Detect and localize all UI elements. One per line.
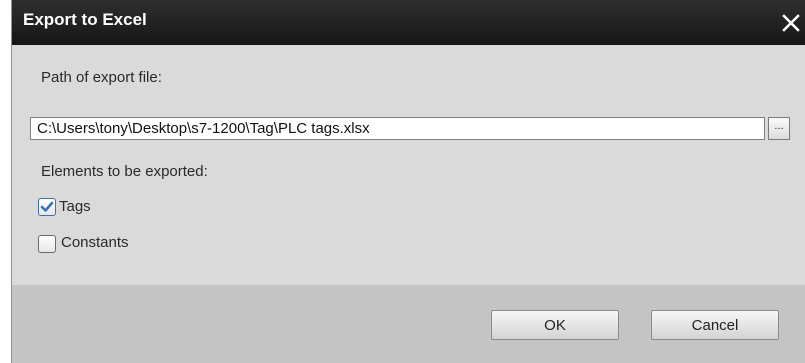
browse-button[interactable]: ... [768, 117, 790, 140]
export-path-field[interactable]: C:\Users\tony\Desktop\s7-1200\Tag\PLC ta… [30, 117, 765, 140]
path-label: Path of export file: [41, 69, 162, 86]
checkmark-icon [40, 201, 54, 212]
dialog-footer: OK Cancel [12, 285, 805, 363]
close-button[interactable] [776, 0, 805, 45]
close-icon [782, 13, 800, 32]
constants-label: Constants [61, 234, 129, 251]
tags-label: Tags [59, 198, 91, 215]
elements-label: Elements to be exported: [41, 163, 208, 180]
cancel-button[interactable]: Cancel [651, 310, 779, 340]
tags-checkbox[interactable] [38, 198, 56, 216]
constants-checkbox[interactable] [38, 235, 56, 253]
title-bar[interactable]: Export to Excel [12, 0, 805, 45]
dialog-title: Export to Excel [23, 10, 147, 29]
export-dialog: Export to Excel Path of export file: C:\… [11, 0, 805, 363]
ok-button[interactable]: OK [491, 310, 619, 340]
